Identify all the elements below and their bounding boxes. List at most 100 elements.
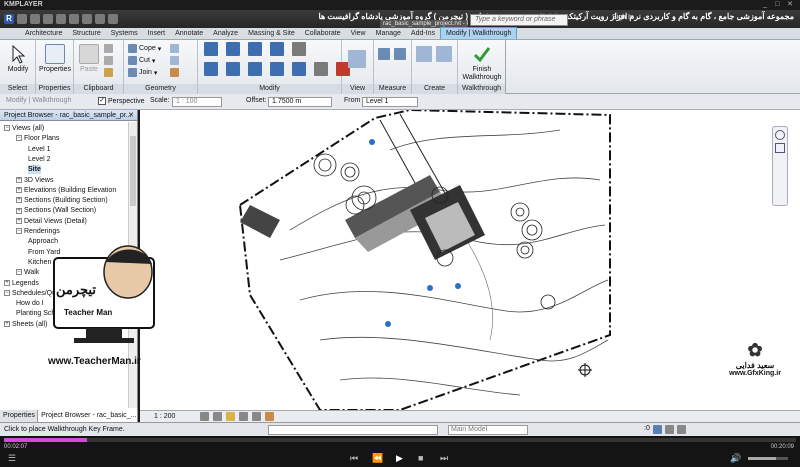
collapse-icon[interactable]: − bbox=[16, 228, 22, 235]
collapse-icon[interactable]: − bbox=[4, 125, 10, 132]
design-option-select[interactable]: Main Model bbox=[448, 425, 528, 435]
collapse-icon[interactable]: − bbox=[16, 135, 22, 142]
redo-icon[interactable] bbox=[56, 14, 66, 24]
skip-back-icon[interactable]: ⏮ bbox=[350, 453, 358, 464]
hide-isolate-icon[interactable] bbox=[265, 412, 274, 421]
measure-icon[interactable] bbox=[82, 14, 92, 24]
match-props-icon-row[interactable] bbox=[104, 68, 113, 77]
close-icon[interactable]: ✕ bbox=[128, 110, 134, 121]
copy-element-icon[interactable] bbox=[226, 62, 240, 76]
tab-view[interactable]: View bbox=[346, 28, 371, 39]
tab-manage[interactable]: Manage bbox=[371, 28, 406, 39]
search-input[interactable]: Type a keyword or phrase bbox=[470, 14, 568, 26]
join-button[interactable]: Join ▾ bbox=[128, 68, 157, 77]
zoom-icon[interactable] bbox=[775, 143, 785, 153]
tree-node[interactable]: + Sections (Building Section) bbox=[16, 196, 108, 205]
visual-style-icon[interactable] bbox=[213, 412, 222, 421]
perspective-checkbox[interactable]: ✓ Perspective bbox=[98, 97, 145, 105]
tab-insert[interactable]: Insert bbox=[143, 28, 171, 39]
expand-icon[interactable]: + bbox=[4, 320, 10, 327]
offset-field[interactable]: 1.7500 m bbox=[268, 97, 332, 107]
create-group-icon[interactable] bbox=[436, 46, 452, 62]
volume-slider[interactable] bbox=[748, 457, 788, 460]
geometry-tool-2[interactable] bbox=[170, 56, 179, 65]
sign-in-link[interactable]: Sign In bbox=[612, 14, 634, 21]
3d-view-icon[interactable] bbox=[108, 14, 118, 24]
align-icon[interactable] bbox=[204, 42, 218, 56]
tree-node[interactable]: − Views (all) bbox=[4, 124, 44, 133]
tree-node[interactable]: + Sections (Wall Section) bbox=[16, 206, 96, 215]
tree-node[interactable]: Level 2 bbox=[28, 155, 51, 164]
crop-icon[interactable] bbox=[252, 412, 261, 421]
tree-node[interactable]: + Elevations (Building Elevation bbox=[16, 186, 116, 195]
expand-icon[interactable]: + bbox=[4, 279, 10, 286]
tree-node[interactable]: + Detail Views (Detail) bbox=[16, 217, 87, 226]
split-icon[interactable] bbox=[292, 42, 306, 56]
trim-icon[interactable] bbox=[270, 62, 284, 76]
expand-icon[interactable]: + bbox=[16, 207, 22, 214]
mirror-pick-icon[interactable] bbox=[248, 42, 262, 56]
view-scale[interactable]: 1 : 200 bbox=[154, 413, 175, 420]
expand-icon[interactable]: + bbox=[16, 186, 22, 193]
tree-node[interactable]: Level 1 bbox=[28, 145, 51, 154]
paste-button[interactable]: Paste bbox=[77, 44, 101, 73]
workset-select[interactable] bbox=[268, 425, 438, 435]
tree-node[interactable]: Site bbox=[28, 165, 41, 175]
cut-button[interactable]: Cut ▾ bbox=[128, 56, 155, 65]
select-pinned-icon[interactable] bbox=[676, 425, 686, 434]
dimension-icon[interactable] bbox=[394, 48, 406, 60]
geometry-tool-1[interactable] bbox=[170, 44, 179, 53]
select-links-icon[interactable] bbox=[664, 425, 674, 434]
tab-annotate[interactable]: Annotate bbox=[170, 28, 208, 39]
scale-field[interactable]: 1 : 100 bbox=[172, 97, 222, 107]
tab-massing-site[interactable]: Massing & Site bbox=[243, 28, 300, 39]
volume-icon[interactable]: 🔊 bbox=[730, 453, 741, 464]
from-select[interactable]: Level 1 bbox=[362, 97, 418, 107]
undo-icon[interactable] bbox=[43, 14, 53, 24]
measure-distance-icon[interactable] bbox=[378, 48, 390, 60]
skip-forward-icon[interactable]: ⏭ bbox=[440, 453, 448, 464]
finish-walkthrough-button[interactable]: Finish Walkthrough bbox=[460, 44, 504, 82]
tab-project-browser[interactable]: Project Browser - rac_basic_... bbox=[38, 410, 138, 422]
steering-wheel-icon[interactable] bbox=[775, 130, 785, 140]
tree-node[interactable]: + Legends bbox=[4, 279, 39, 288]
text-icon[interactable] bbox=[95, 14, 105, 24]
open-icon[interactable] bbox=[17, 14, 27, 24]
view-tool[interactable] bbox=[348, 50, 366, 68]
expand-icon[interactable]: + bbox=[16, 217, 22, 224]
geometry-tool-3[interactable] bbox=[170, 68, 179, 77]
tab-properties[interactable]: Properties bbox=[0, 410, 39, 422]
modify-button[interactable]: Modify bbox=[4, 44, 32, 73]
shadows-icon[interactable] bbox=[239, 412, 248, 421]
tab-modify-walkthrough[interactable]: Modify | Walkthrough bbox=[440, 27, 518, 39]
sun-path-icon[interactable] bbox=[226, 412, 235, 421]
filter-icon[interactable] bbox=[652, 425, 662, 434]
menu-icon[interactable]: ☰ bbox=[8, 453, 16, 464]
tab-structure[interactable]: Structure bbox=[67, 28, 105, 39]
tree-node[interactable]: − Floor Plans bbox=[16, 134, 59, 143]
stop-icon[interactable]: ■ bbox=[418, 453, 423, 463]
expand-icon[interactable]: + bbox=[16, 197, 22, 204]
array-icon[interactable] bbox=[292, 62, 306, 76]
tree-node[interactable]: − Walk bbox=[16, 268, 39, 277]
collapse-icon[interactable]: − bbox=[16, 269, 22, 276]
save-icon[interactable] bbox=[30, 14, 40, 24]
tab-analyze[interactable]: Analyze bbox=[208, 28, 243, 39]
offset-icon[interactable] bbox=[226, 42, 240, 56]
player-window-controls[interactable]: _ □ ✕ bbox=[763, 0, 796, 10]
expand-icon[interactable]: + bbox=[16, 176, 22, 183]
tree-node[interactable]: +3D Views bbox=[16, 176, 53, 185]
tree-node[interactable]: − Renderings bbox=[16, 227, 60, 236]
panel-select-label[interactable]: Select bbox=[0, 84, 35, 94]
mirror-draw-icon[interactable] bbox=[270, 42, 284, 56]
tab-add-ins[interactable]: Add-Ins bbox=[406, 28, 440, 39]
tab-architecture[interactable]: Architecture bbox=[20, 28, 67, 39]
tab-systems[interactable]: Systems bbox=[106, 28, 143, 39]
tab-collaborate[interactable]: Collaborate bbox=[300, 28, 346, 39]
tree-node[interactable]: + Sheets (all) bbox=[4, 320, 47, 329]
create-similar-icon[interactable] bbox=[416, 46, 432, 62]
tree-node[interactable]: How do I bbox=[16, 299, 44, 308]
detail-level-icon[interactable] bbox=[200, 412, 209, 421]
scroll-thumb[interactable] bbox=[130, 136, 136, 206]
properties-button[interactable]: Properties bbox=[38, 44, 72, 73]
